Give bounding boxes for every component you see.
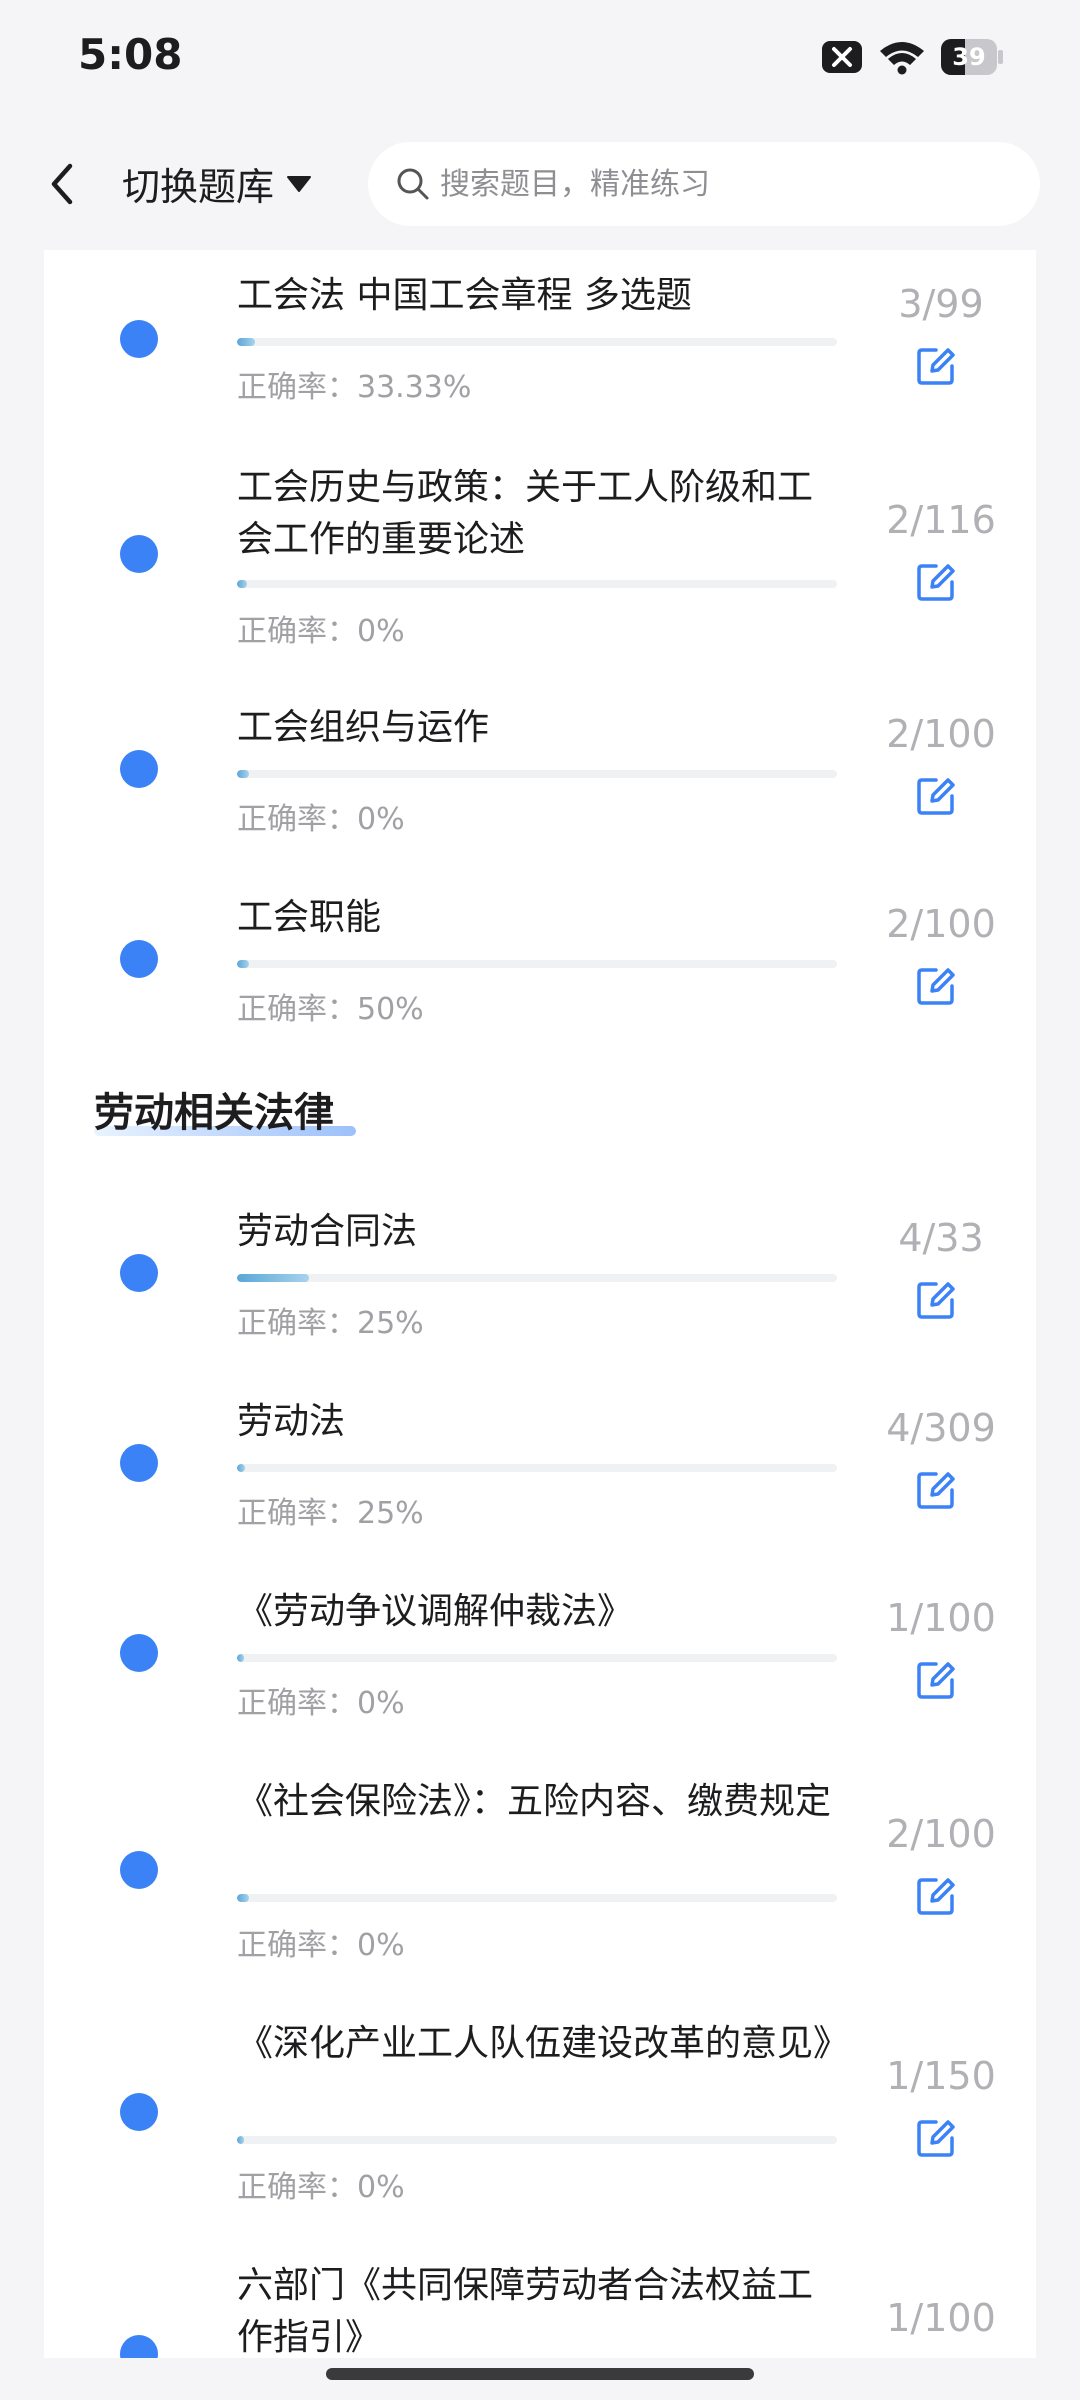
progress-count: 4/309 (886, 1406, 996, 1450)
progress-count: 1/100 (886, 2296, 996, 2340)
progress-bar (237, 580, 837, 588)
home-indicator[interactable] (326, 2368, 754, 2380)
section-title: 劳动相关法律 (94, 1090, 334, 1136)
accuracy-text: 正确率：25% (237, 1496, 424, 1531)
search-icon (397, 168, 429, 200)
accuracy-text: 正确率：0% (237, 2170, 405, 2205)
progress-count: 2/100 (886, 902, 996, 946)
item-title: 工会组织与运作 (237, 707, 490, 748)
progress-count: 2/116 (886, 498, 996, 542)
status-dot (120, 750, 158, 788)
status-dot (120, 1634, 158, 1672)
search-box[interactable] (368, 142, 1040, 226)
edit-icon[interactable] (914, 774, 958, 818)
item-title: 《劳动争议调解仲裁法》 (237, 1591, 634, 1632)
edit-icon[interactable] (914, 344, 958, 388)
switch-bank-label: 切换题库 (122, 165, 275, 209)
status-icons: 39 (820, 38, 1004, 76)
screen: 5:08 39 切换题库 搜索题目，精准练习 工会法 中国工会章程 多选题 正确… (0, 0, 1080, 2400)
item-title: 工会职能 (237, 897, 382, 938)
item-title: 《深化产业工人队伍建设改革的意见》 (237, 2023, 850, 2064)
status-dot (120, 1851, 158, 1889)
accuracy-text: 正确率：0% (237, 802, 405, 837)
status-dot (120, 940, 158, 978)
progress-bar (237, 1894, 837, 1902)
accuracy-text: 正确率：50% (237, 992, 424, 1027)
progress-count: 3/99 (898, 282, 984, 326)
progress-bar (237, 960, 837, 968)
status-dot (120, 2093, 158, 2131)
item-title: 六部门《共同保障劳动者合法权益工作指引》 (237, 2265, 814, 2358)
progress-bar (237, 1274, 837, 1282)
progress-bar (237, 1464, 837, 1472)
progress-count: 2/100 (886, 712, 996, 756)
status-time: 5:08 (78, 30, 183, 79)
status-dot (120, 2335, 158, 2358)
accuracy-text: 正确率：0% (237, 614, 405, 649)
question-bank-list: 工会法 中国工会章程 多选题 正确率：33.33% 3/99 工会历史与政策：关… (44, 250, 1036, 2358)
accuracy-text: 正确率：25% (237, 1306, 424, 1341)
search-input[interactable] (440, 166, 1000, 202)
notification-muted-icon (822, 41, 862, 73)
progress-count: 1/150 (886, 2054, 996, 2098)
progress-count: 4/33 (898, 1216, 984, 1260)
edit-icon[interactable] (914, 1874, 958, 1918)
header: 切换题库 (0, 120, 1080, 250)
status-dot (120, 320, 158, 358)
progress-bar (237, 770, 837, 778)
item-title: 劳动法 (237, 1401, 346, 1442)
item-title: 《社会保险法》：五险内容、缴费规定 (237, 1781, 832, 1822)
status-dot (120, 1444, 158, 1482)
item-title: 劳动合同法 (237, 1211, 418, 1252)
battery-level: 39 (952, 43, 986, 71)
switch-bank-dropdown[interactable]: 切换题库 (122, 156, 312, 211)
item-title: 工会法 中国工会章程 多选题 (237, 275, 692, 316)
progress-bar (237, 2136, 837, 2144)
status-dot (120, 535, 158, 573)
progress-bar (237, 338, 837, 346)
edit-icon[interactable] (914, 1278, 958, 1322)
edit-icon[interactable] (914, 1658, 958, 1702)
status-bar: 5:08 39 (0, 0, 1080, 120)
progress-bar (237, 1654, 837, 1662)
edit-icon[interactable] (914, 1468, 958, 1512)
edit-icon[interactable] (914, 2116, 958, 2160)
edit-icon[interactable] (914, 964, 958, 1008)
accuracy-text: 正确率：33.33% (237, 370, 472, 405)
battery-icon: 39 (940, 38, 1004, 76)
accuracy-text: 正确率：0% (237, 1686, 405, 1721)
caret-down-icon (287, 175, 312, 192)
back-arrow-icon[interactable] (42, 158, 82, 210)
wifi-icon (880, 42, 924, 75)
status-dot (120, 1254, 158, 1292)
item-title: 工会历史与政策：关于工人阶级和工会工作的重要论述 (237, 467, 814, 560)
edit-icon[interactable] (914, 560, 958, 604)
accuracy-text: 正确率：0% (237, 1928, 405, 1963)
progress-count: 1/100 (886, 1596, 996, 1640)
progress-count: 2/100 (886, 1812, 996, 1856)
